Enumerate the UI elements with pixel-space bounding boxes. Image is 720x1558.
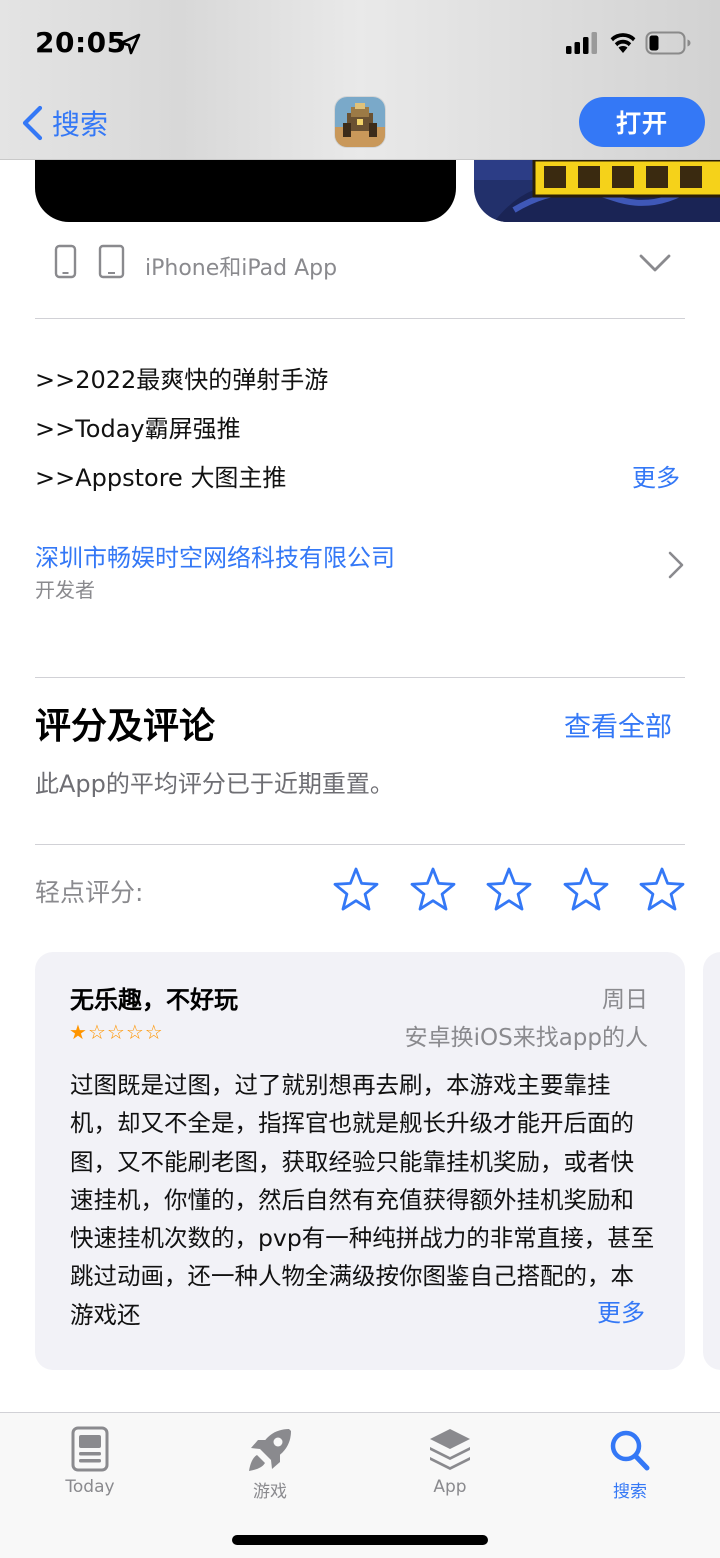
tab-label: Today [65, 1477, 115, 1497]
empty-star-icon: ☆ [125, 1020, 145, 1044]
review-star-rating: ★☆☆☆☆ [69, 1020, 164, 1044]
description-line-3: >>Appstore 大图主推 [35, 464, 287, 492]
signal-icon [566, 32, 597, 54]
today-icon [71, 1426, 109, 1472]
description-line-2: >>Today霸屏强推 [35, 415, 241, 443]
divider [35, 318, 685, 319]
rocket-icon [249, 1429, 291, 1471]
review-body: 过图既是过图，过了就别想再去刷，本游戏主要靠挂机，却又不全是，指挥官也就是舰长升… [70, 1071, 655, 1329]
rate-star-icon[interactable] [485, 866, 533, 914]
chevron-left-icon [22, 105, 43, 141]
top-bar: 20:05 搜索 打开 [0, 0, 720, 160]
back-button[interactable]: 搜索 [20, 102, 108, 144]
home-indicator [232, 1535, 488, 1545]
tab-label: 游戏 [253, 1482, 287, 1502]
see-all-link[interactable]: 查看全部 [564, 705, 672, 744]
compatibility-label: iPhone和iPad App [145, 256, 338, 281]
back-label: 搜索 [52, 108, 109, 141]
battery-icon [645, 31, 691, 55]
tab-apps[interactable]: App [395, 1425, 505, 1505]
description-more-link[interactable]: 更多 [632, 458, 680, 493]
location-arrow-icon [119, 33, 141, 55]
review-card[interactable]: 无乐趣，不好玩 周日 ★☆☆☆☆ 安卓换iOS来找app的人 过图既是过图，过了… [35, 952, 685, 1370]
compatibility-row[interactable]: iPhone和iPad App [50, 242, 690, 286]
ratings-section-title: 评分及评论 [35, 706, 216, 747]
tab-games[interactable]: 游戏 [215, 1425, 325, 1505]
tab-label: App [433, 1477, 467, 1497]
tab-label: 搜索 [613, 1482, 647, 1502]
review-more-link[interactable]: 更多 [575, 1294, 645, 1332]
tap-to-rate-label: 轻点评分: [35, 878, 144, 907]
review-title: 无乐趣，不好玩 [70, 986, 238, 1014]
empty-star-icon: ☆ [87, 1020, 107, 1044]
review-author: 安卓换iOS来找app的人 [404, 1025, 648, 1051]
search-icon [610, 1430, 650, 1471]
wifi-icon [610, 33, 636, 53]
ipad-icon [98, 244, 125, 279]
description-line-1: >>2022最爽快的弹射手游 [35, 366, 329, 394]
status-time: 20:05 [35, 26, 127, 59]
developer-row[interactable]: 深圳市畅娱时空网络科技有限公司 开发者 [35, 536, 685, 606]
rate-star-icon[interactable] [409, 866, 457, 914]
tab-search[interactable]: 搜索 [575, 1425, 685, 1505]
rate-star-icon[interactable] [638, 866, 686, 914]
divider [35, 844, 685, 845]
rate-star-icon[interactable] [562, 866, 610, 914]
iphone-icon [54, 244, 77, 279]
empty-star-icon: ☆ [106, 1020, 126, 1044]
filled-star-icon: ★ [69, 1020, 88, 1044]
tab-today[interactable]: Today [35, 1425, 145, 1505]
chevron-down-icon[interactable] [638, 252, 672, 274]
review-date: 周日 [602, 987, 648, 1013]
chevron-right-icon [668, 551, 684, 579]
open-button[interactable]: 打开 [579, 97, 705, 147]
app-icon [335, 97, 385, 147]
divider [35, 677, 685, 678]
next-review-card[interactable] [703, 952, 720, 1370]
developer-role: 开发者 [35, 578, 95, 602]
developer-name[interactable]: 深圳市畅娱时空网络科技有限公司 [35, 538, 395, 573]
rate-star-icon[interactable] [332, 866, 380, 914]
app-stack-icon [430, 1429, 470, 1470]
ratings-reset-note: 此App的平均评分已于近期重置。 [35, 770, 394, 798]
empty-star-icon: ☆ [144, 1020, 164, 1044]
